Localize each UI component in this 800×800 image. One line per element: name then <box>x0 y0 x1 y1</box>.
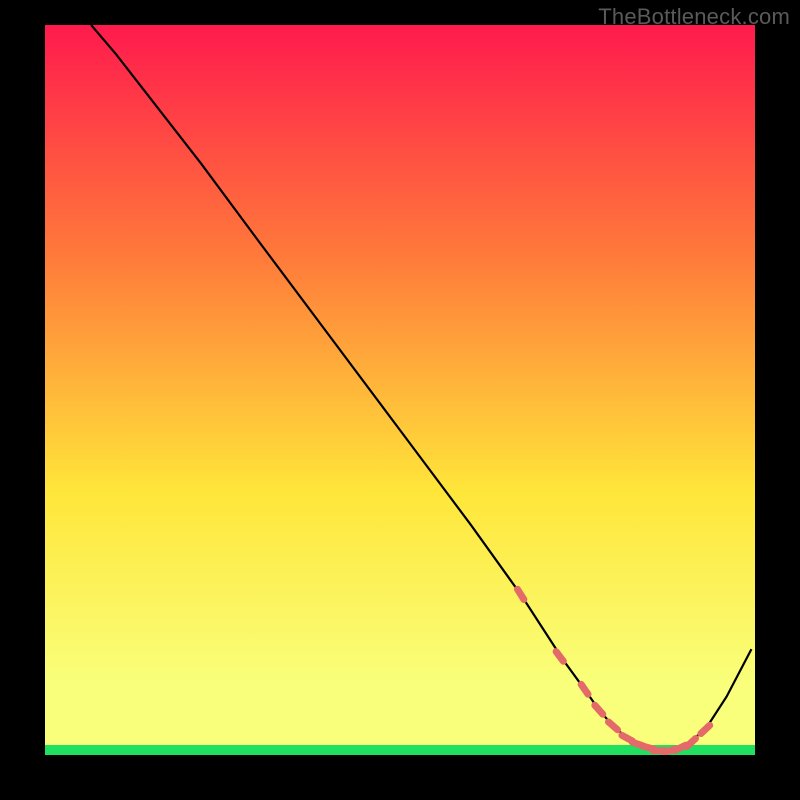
chart-svg <box>45 25 755 755</box>
plot-area <box>45 25 755 755</box>
gradient-background <box>45 25 755 755</box>
chart-wrapper: TheBottleneck.com <box>0 0 800 800</box>
